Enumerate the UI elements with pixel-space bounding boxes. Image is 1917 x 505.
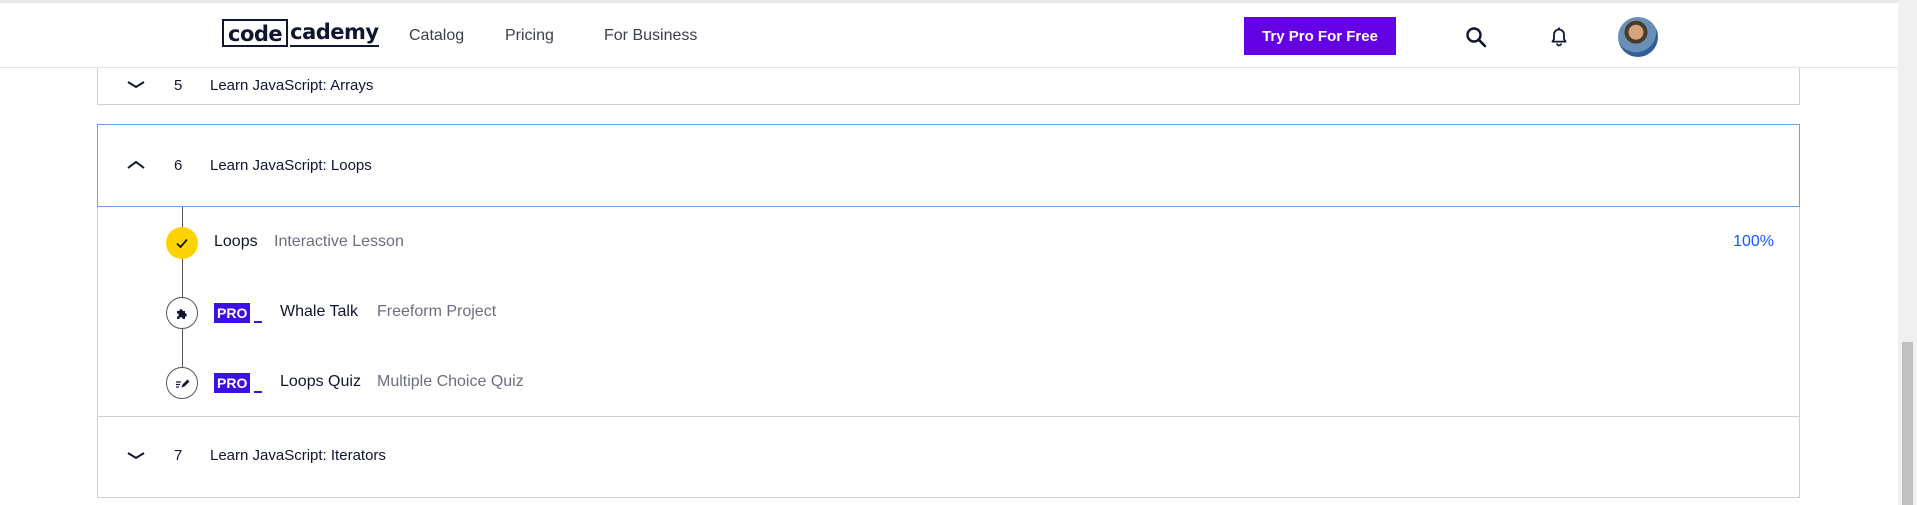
bell-icon[interactable] [1547,25,1571,49]
lesson-name: Whale Talk [280,303,358,320]
pro-badge-cursor [254,391,263,393]
chevron-down-icon[interactable] [126,76,146,96]
checkmark-icon [166,227,198,259]
pro-badge: PRO [214,303,264,323]
nav-for-business[interactable]: For Business [604,27,697,45]
page-scrollbar-thumb[interactable] [1902,342,1913,505]
module-title: Learn JavaScript: Loops [210,157,372,174]
lesson-list: Loops Interactive Lesson 100% PRO Whale … [97,207,1800,416]
search-icon[interactable] [1464,25,1488,49]
module-title: Learn JavaScript: Arrays [210,77,374,94]
puzzle-icon [166,297,198,329]
lesson-type: Multiple Choice Quiz [377,373,524,390]
user-avatar[interactable] [1618,17,1658,57]
lesson-progress: 100% [1733,233,1774,250]
try-pro-button[interactable]: Try Pro For Free [1244,17,1396,55]
lesson-name: Loops [214,233,258,250]
module-number: 7 [174,447,183,464]
nav-pricing[interactable]: Pricing [505,27,554,45]
chevron-up-icon[interactable] [126,155,146,175]
logo-cademy-text: cademy [290,19,379,47]
chevron-down-icon[interactable] [126,446,146,466]
pro-badge: PRO [214,373,264,393]
nav-catalog[interactable]: Catalog [409,27,464,45]
module-title: Learn JavaScript: Iterators [210,447,386,464]
module-row-6[interactable]: 6 Learn JavaScript: Loops [97,124,1800,207]
logo-code-box: code [222,19,289,47]
module-number: 6 [174,157,183,174]
module-number: 5 [174,77,183,94]
pro-badge-label: PRO [214,303,251,323]
lesson-name: Loops Quiz [280,373,361,390]
codecademy-logo[interactable]: code cademy [222,19,379,47]
module-row-7[interactable]: 7 Learn JavaScript: Iterators [97,416,1800,498]
lesson-type: Freeform Project [377,303,497,320]
pro-badge-cursor [254,321,263,323]
lesson-type: Interactive Lesson [274,233,404,250]
pro-badge-label: PRO [214,373,251,393]
quiz-pencil-icon [166,367,198,399]
top-nav-bar: code cademy Catalog Pricing For Business… [0,0,1898,68]
